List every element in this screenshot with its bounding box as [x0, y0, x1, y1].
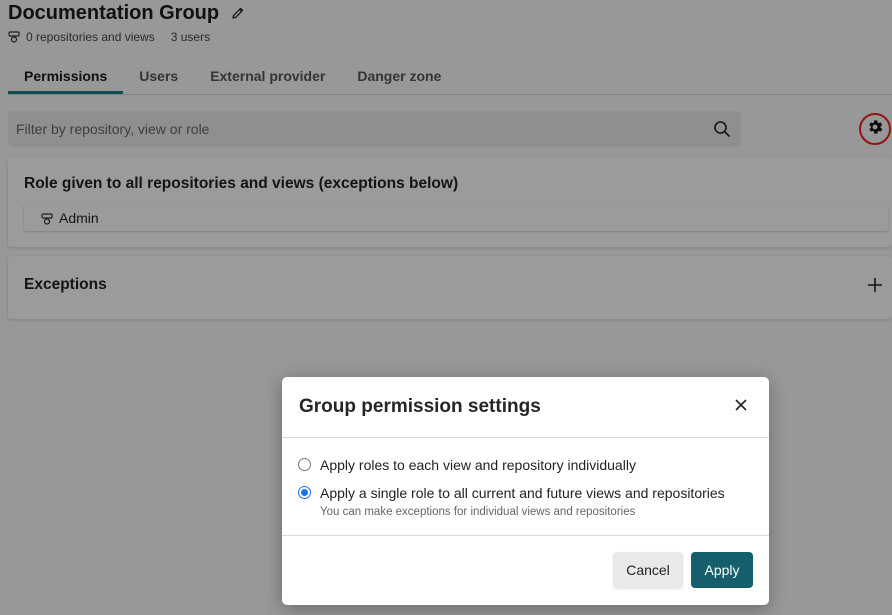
radio-individual-roles[interactable]: [298, 458, 311, 471]
option-label: Apply a single role to all current and f…: [320, 485, 725, 501]
group-page: Documentation Group 0 repositories and v…: [0, 0, 892, 615]
option-label: Apply roles to each view and repository …: [320, 457, 636, 473]
option-single-role[interactable]: Apply a single role to all current and f…: [298, 485, 725, 518]
radio-single-role[interactable]: [298, 486, 311, 499]
option-help-text: You can make exceptions for individual v…: [320, 506, 636, 518]
option-individual-roles[interactable]: Apply roles to each view and repository …: [298, 457, 636, 473]
apply-button[interactable]: Apply: [691, 552, 753, 588]
group-permission-settings-dialog: Group permission settings Apply roles to…: [282, 377, 769, 605]
dialog-header: Group permission settings: [282, 377, 769, 438]
dialog-body: Apply roles to each view and repository …: [282, 438, 769, 536]
dialog-title: Group permission settings: [299, 396, 541, 417]
dialog-footer: Cancel Apply: [282, 536, 769, 604]
cancel-button[interactable]: Cancel: [613, 552, 683, 588]
close-icon[interactable]: [733, 397, 749, 413]
